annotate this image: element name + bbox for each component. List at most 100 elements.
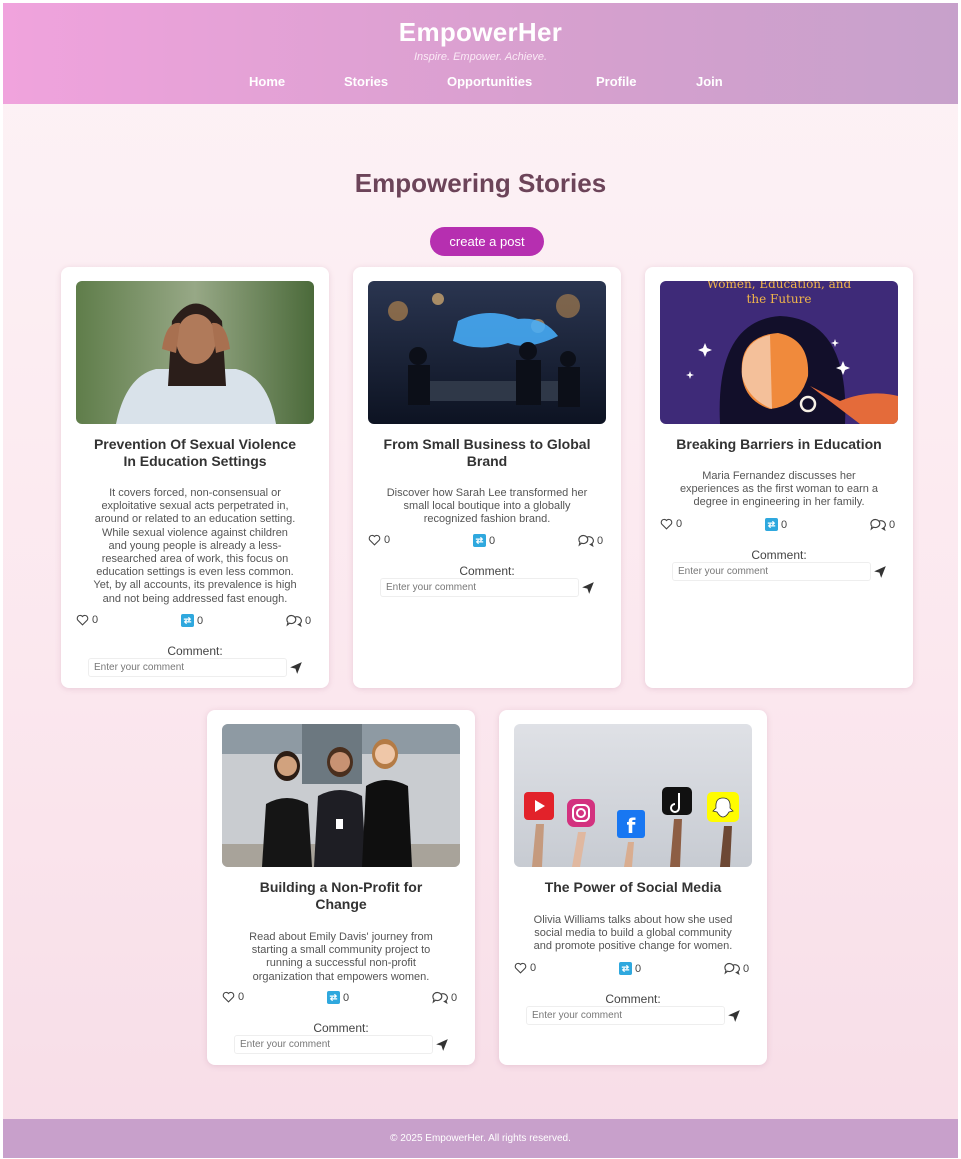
comment-count: 0 [305,614,312,627]
story-title: Building a Non-Profit for Change [259,879,423,912]
image-caption-line-1: Women, Education, and [707,281,852,291]
nav-opportunities[interactable]: Opportunities [447,74,532,89]
story-title: Breaking Barriers in Education [676,436,882,452]
send-comment-button[interactable] [435,1038,449,1052]
send-comment-button[interactable] [289,661,303,675]
story-image-social-media: f [514,724,752,867]
nav-join[interactable]: Join [696,74,723,89]
nav-stories[interactable]: Stories [344,74,388,89]
send-comment-button[interactable] [873,565,887,579]
like-button[interactable]: 0 [222,991,244,1003]
share-button[interactable]: 0 [765,518,787,531]
site-brand[interactable]: EmpowerHer [3,17,958,48]
story-stats: 0 0 0 [368,534,606,550]
heart-icon [222,991,235,1003]
story-image-global-business [368,281,606,424]
comment-input[interactable] [234,1035,433,1054]
like-count: 0 [530,962,537,974]
site-tagline: Inspire. Empower. Achieve. [413,51,548,63]
share-count: 0 [197,614,204,627]
create-post-button[interactable]: create a post [430,227,544,256]
comments-button[interactable]: 0 [432,991,457,1004]
story-card: Women, Education, and the Future Breakin… [645,267,913,688]
copyright-text: © 2025 EmpowerHer. All rights reserved. [390,1133,571,1144]
story-title: From Small Business to Global Brand [383,436,591,469]
share-icon [327,991,340,1004]
comment-input[interactable] [88,658,287,677]
comment-input[interactable] [672,562,871,581]
like-button[interactable]: 0 [660,518,682,530]
story-card: Building a Non-Profit for Change Read abo… [207,710,475,1065]
heart-icon [76,614,89,626]
share-button[interactable]: 0 [619,962,641,975]
comment-bubble-icon [286,614,302,627]
like-button[interactable]: 0 [76,614,98,626]
story-stats: 0 0 0 [660,518,898,534]
comment-count: 0 [597,534,604,547]
story-image-three-women [222,724,460,867]
share-count: 0 [489,534,496,547]
story-description: Discover how Sarah Lee transformed her sm… [386,487,588,526]
heart-icon [514,962,527,974]
story-title: Prevention Of Sexual Violence In Educatio… [93,436,297,469]
page-title: Empowering Stories [354,168,607,198]
share-icon [181,614,194,627]
comment-bubble-icon [870,518,886,531]
comment-input[interactable] [526,1006,725,1025]
comments-button[interactable]: 0 [578,534,603,547]
story-image-education-illustration: Women, Education, and the Future [660,281,898,424]
send-comment-button[interactable] [581,581,595,595]
comments-button[interactable]: 0 [286,614,311,627]
comments-button[interactable]: 0 [870,518,895,531]
send-comment-button[interactable] [727,1009,741,1023]
comment-bubble-icon [724,962,740,975]
story-description: Read about Emily Davis' journey from star… [249,931,433,983]
story-description: Maria Fernandez discusses her experiences… [679,470,879,509]
story-image-stressed-woman [76,281,314,424]
comments-button[interactable]: 0 [724,962,749,975]
story-card: f The Power of Social Media Olivia Willi… [499,710,767,1065]
share-icon [473,534,486,547]
story-title: The Power of Social Media [544,879,722,895]
comment-label: Comment: [605,992,661,1006]
like-count: 0 [676,518,683,530]
share-count: 0 [781,518,788,531]
send-icon [874,566,886,578]
like-count: 0 [384,534,391,546]
like-count: 0 [238,991,245,1003]
site-header: EmpowerHer Inspire. Empower. Achieve. Ho… [3,3,958,104]
story-stats: 0 0 0 [222,991,460,1007]
story-card: From Small Business to Global Brand Disco… [353,267,621,688]
story-stats: 0 0 0 [514,962,752,978]
svg-text:f: f [627,814,636,838]
send-icon [290,662,302,674]
like-button[interactable]: 0 [368,534,390,546]
share-count: 0 [343,991,350,1004]
comment-label: Comment: [751,548,807,562]
comment-label: Comment: [167,644,223,658]
comment-label: Comment: [459,564,515,578]
share-button[interactable]: 0 [327,991,349,1004]
comment-bubble-icon [578,534,594,547]
like-button[interactable]: 0 [514,962,536,974]
send-icon [728,1010,740,1022]
share-count: 0 [635,962,642,975]
main-nav: Home Stories Opportunities Profile Join [3,74,958,94]
share-icon [765,518,778,531]
nav-home[interactable]: Home [249,74,285,89]
send-icon [436,1039,448,1051]
comment-count: 0 [451,991,458,1004]
story-stats: 0 0 0 [76,614,314,630]
comment-input[interactable] [380,578,579,597]
comment-count: 0 [889,518,896,531]
send-icon [582,582,594,594]
share-button[interactable]: 0 [181,614,203,627]
story-card: Prevention Of Sexual Violence In Educatio… [61,267,329,688]
page-frame: EmpowerHer Inspire. Empower. Achieve. Ho… [3,3,958,1158]
story-description: It covers forced, non-consensual or explo… [93,487,297,605]
story-description: Olivia Williams talks about how she used… [533,914,733,953]
site-footer: © 2025 EmpowerHer. All rights reserved. [3,1119,958,1158]
share-button[interactable]: 0 [473,534,495,547]
nav-profile[interactable]: Profile [596,74,636,89]
share-icon [619,962,632,975]
